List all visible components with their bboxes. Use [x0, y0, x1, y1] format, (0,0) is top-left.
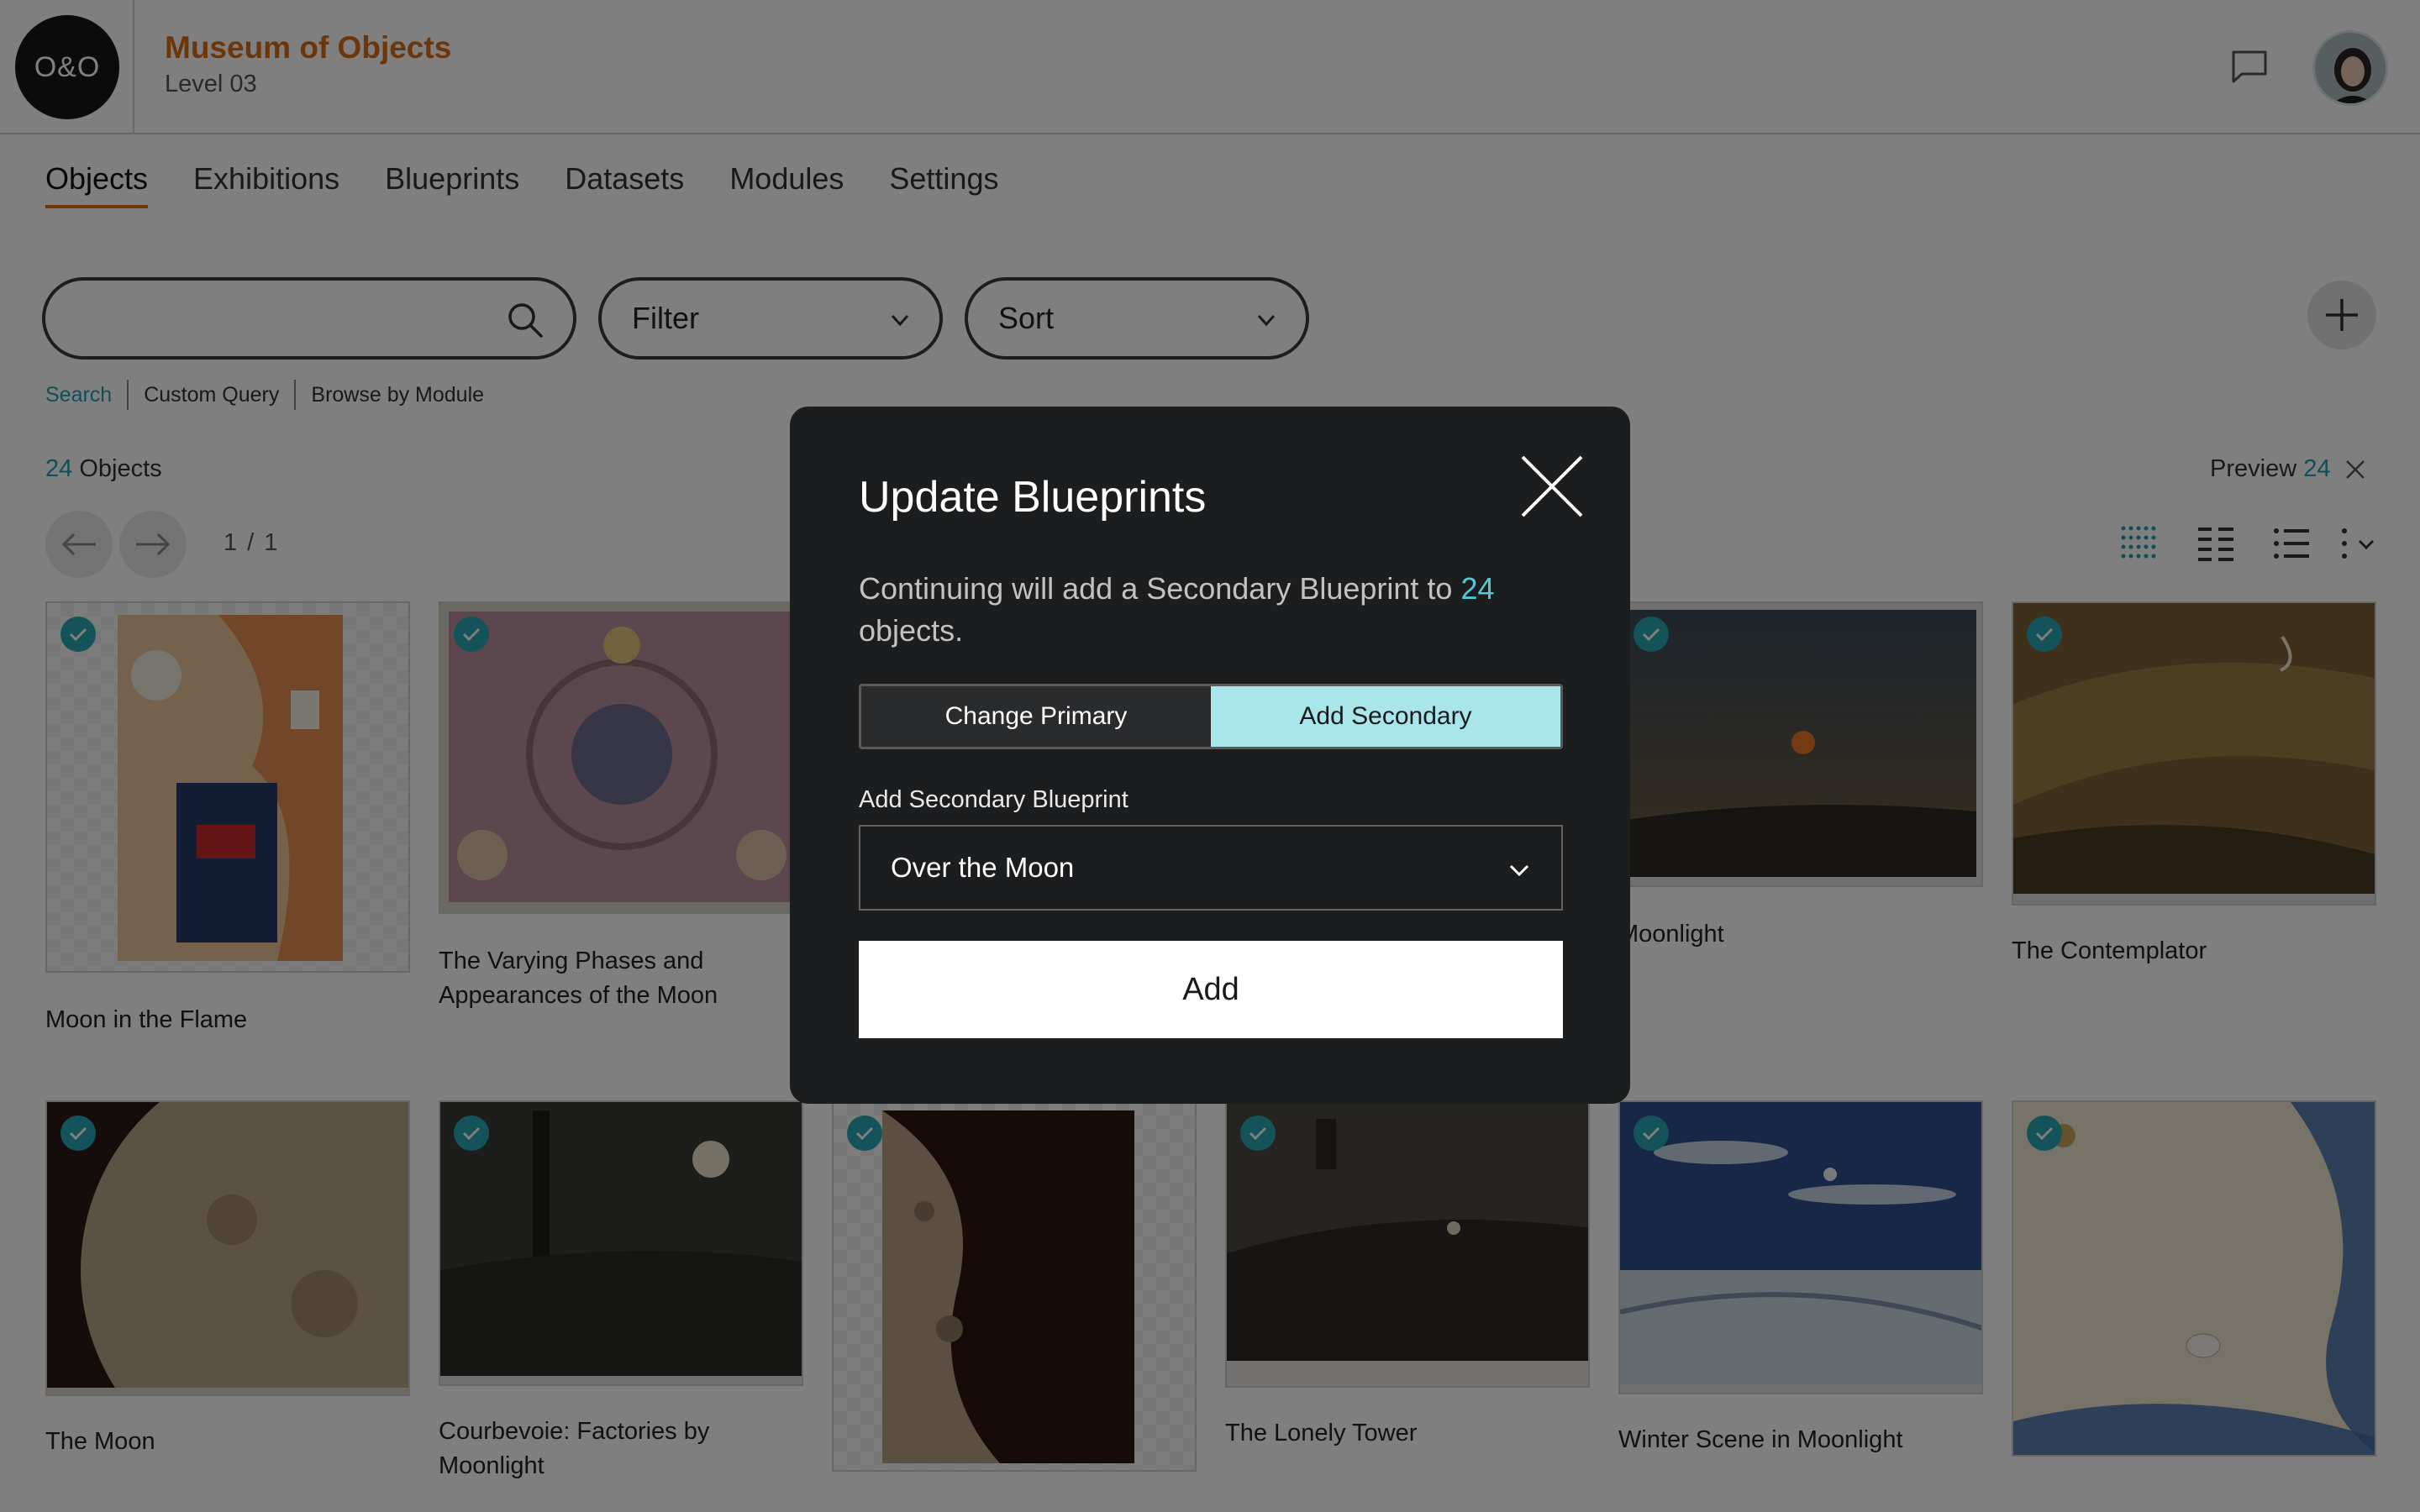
update-blueprints-modal: Update Blueprints Continuing will add a … — [790, 407, 1630, 1104]
chevron-down-icon — [1509, 864, 1529, 877]
blueprint-mode-toggle: Change Primary Add Secondary — [859, 684, 1563, 749]
secondary-blueprint-select[interactable]: Over the Moon — [859, 825, 1563, 911]
close-icon[interactable] — [1519, 454, 1585, 519]
modal-message-count: 24 — [1460, 571, 1495, 606]
selected-blueprint-value: Over the Moon — [891, 852, 1075, 883]
add-button[interactable]: Add — [859, 941, 1563, 1038]
change-primary-option[interactable]: Change Primary — [861, 686, 1211, 747]
add-secondary-option[interactable]: Add Secondary — [1211, 686, 1560, 747]
modal-message-prefix: Continuing will add a Secondary Blueprin… — [859, 571, 1461, 606]
modal-title: Update Blueprints — [859, 473, 1207, 522]
modal-message: Continuing will add a Secondary Blueprin… — [859, 568, 1565, 652]
secondary-blueprint-label: Add Secondary Blueprint — [859, 786, 1128, 813]
modal-message-suffix: objects. — [859, 613, 964, 648]
